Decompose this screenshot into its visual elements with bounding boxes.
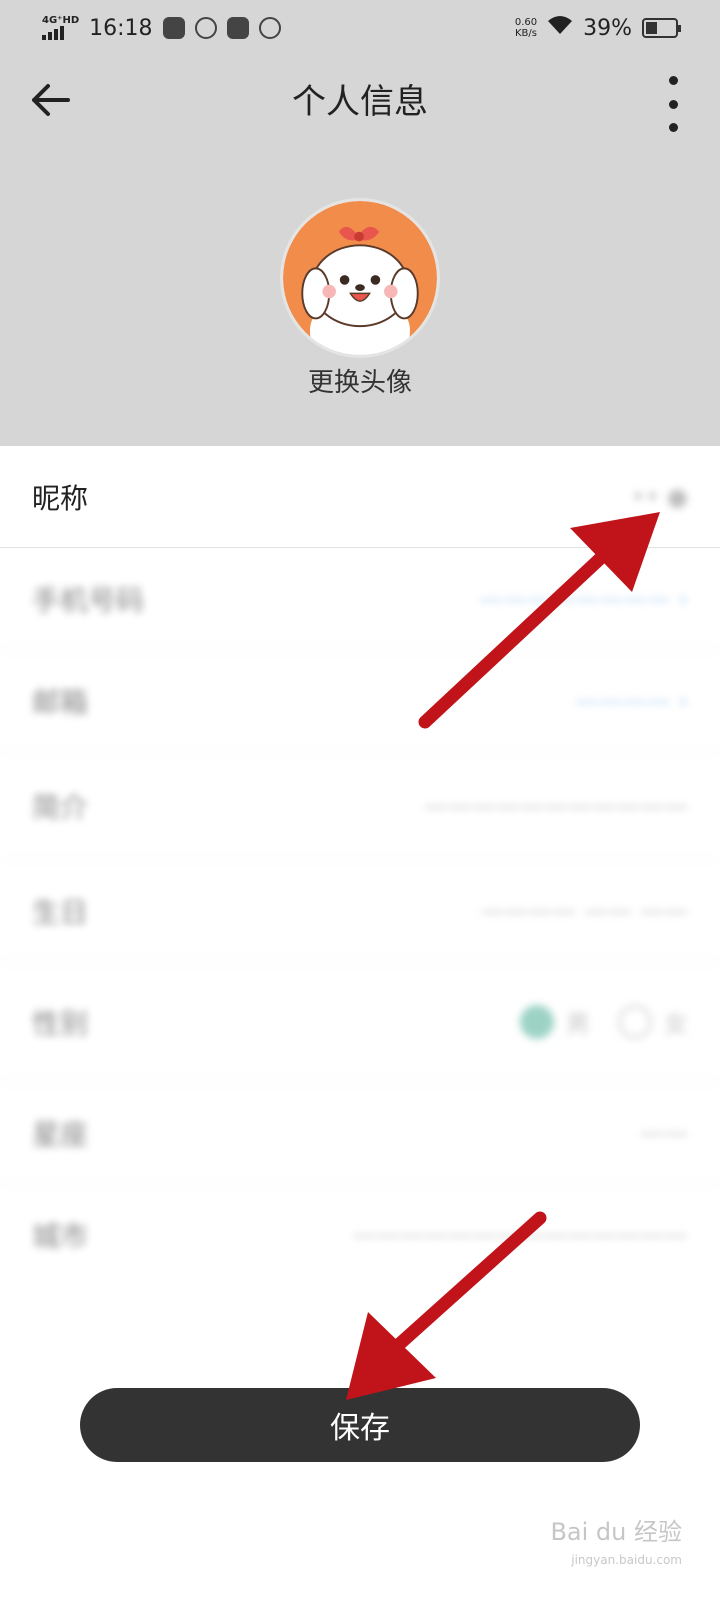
radio-selected-icon [520, 1004, 554, 1039]
network-type: 4G⁺HD [42, 15, 80, 26]
nickname-label: 昵称 [32, 481, 89, 515]
birthday-label: 生日 [32, 895, 89, 929]
city-value[interactable]: —————————————— [352, 1221, 688, 1249]
gender-row: 性别 男 女 [0, 962, 720, 1082]
birthday-value[interactable]: ———— —— —— [481, 897, 688, 925]
battery-percent: 39% [583, 15, 632, 41]
radio-unselected-icon [618, 1004, 652, 1039]
more-options-icon[interactable] [666, 76, 680, 132]
gender-radio-group: 男 女 [520, 1004, 688, 1039]
clock: 16:18 [89, 15, 153, 41]
watermark-url: jingyan.baidu.com [571, 1553, 682, 1567]
nickname-value[interactable]: •• ● [631, 483, 688, 511]
wifi-icon [547, 15, 573, 41]
gender-male-radio[interactable]: 男 [520, 1004, 590, 1039]
city-row[interactable]: 城市 —————————————— [0, 1184, 720, 1286]
page-title: 个人信息 [292, 82, 428, 122]
avatar[interactable] [280, 198, 440, 358]
phone-row[interactable]: 手机号码 ———————— › [0, 548, 720, 650]
zodiac-row[interactable]: 星座 —— [0, 1082, 720, 1184]
profile-header: 个人信息 更换头像 [0, 56, 720, 446]
phone-value[interactable]: ———————— › [479, 585, 688, 613]
email-value[interactable]: ———— › [575, 687, 688, 715]
phone-label: 手机号码 [32, 583, 145, 617]
birthday-row[interactable]: 生日 ———— —— —— [0, 860, 720, 962]
watermark-brand: Bai du 经验 [550, 1518, 682, 1546]
zodiac-value[interactable]: —— [640, 1119, 688, 1147]
zodiac-label: 星座 [32, 1117, 89, 1151]
change-avatar-label[interactable]: 更换头像 [0, 362, 720, 399]
link-icon [258, 17, 281, 39]
gender-label: 性别 [32, 1006, 89, 1040]
bio-label: 简介 [32, 790, 89, 824]
sync-icon [194, 17, 217, 39]
signal-icon [42, 26, 64, 40]
battery-icon [642, 18, 681, 38]
app-notification-icon-2 [226, 17, 249, 39]
email-row[interactable]: 邮箱 ———— › [0, 650, 720, 752]
baidu-watermark: Bai du 经验 jingyan.baidu.com [550, 1518, 682, 1574]
app-notification-icon [162, 17, 185, 39]
status-bar: 4G⁺HD 16:18 0.60 KB/s 39% [0, 0, 720, 56]
city-label: 城市 [32, 1220, 89, 1253]
gender-female-radio[interactable]: 女 [618, 1004, 688, 1039]
nickname-row[interactable]: 昵称 •• ● [0, 446, 720, 548]
network-speed: 0.60 KB/s [514, 17, 538, 39]
bio-row[interactable]: 简介 ——————————— [0, 752, 720, 860]
bio-value[interactable]: ——————————— [424, 792, 688, 820]
profile-form: 昵称 •• ● 手机号码 ———————— › 邮箱 ———— › 简介 ———… [0, 446, 720, 1286]
email-label: 邮箱 [32, 685, 89, 719]
save-button[interactable]: 保存 [80, 1388, 640, 1462]
avatar-dog-illustration [283, 201, 437, 355]
